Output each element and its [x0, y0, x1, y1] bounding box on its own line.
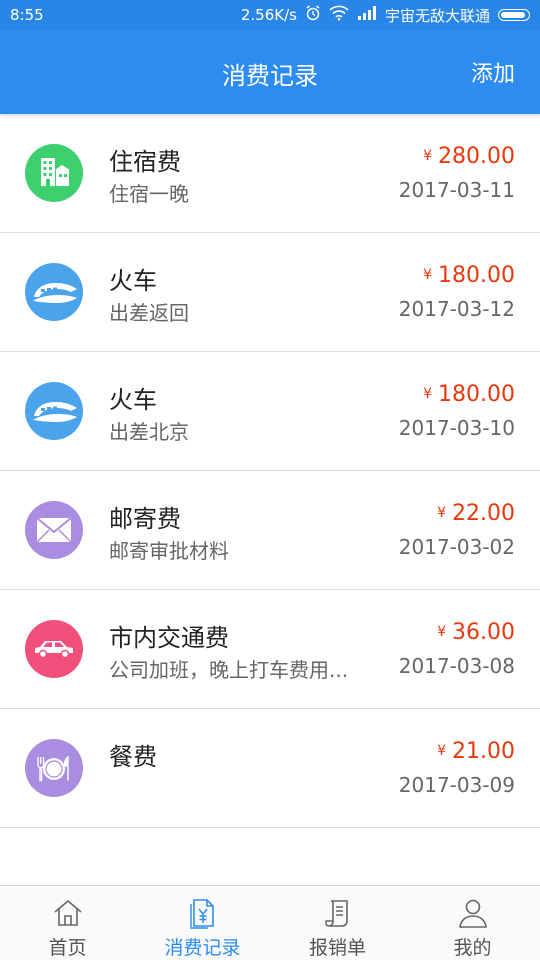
mail-icon [25, 501, 83, 559]
amount-value: 180.00 [438, 263, 515, 288]
record-name: 火车 [109, 267, 157, 295]
app-bar: 消费记录 添加 [0, 30, 540, 114]
record-note: 出差北京 [109, 420, 189, 444]
record-note: 公司加班，晚上打车费用... [109, 658, 349, 682]
record-amount: ¥21.00 [437, 739, 515, 764]
list-item[interactable]: 火车 出差返回 ¥180.00 2017-03-12 [0, 233, 540, 352]
list-item[interactable]: 市内交通费 公司加班，晚上打车费用... ¥36.00 2017-03-08 [0, 590, 540, 709]
tab-profile[interactable]: 我的 [405, 886, 540, 960]
wifi-icon [329, 5, 349, 25]
amount-value: 36.00 [452, 620, 515, 645]
home-icon [53, 899, 82, 926]
tab-label: 报销单 [308, 937, 366, 959]
record-name: 市内交通费 [109, 624, 229, 652]
reimbursement-icon [324, 900, 348, 927]
expense-list: 住宿费 住宿一晚 ¥280.00 2017-03-11 火车 出差返回 ¥180… [0, 114, 540, 828]
record-date: 2017-03-08 [398, 654, 515, 678]
expense-record-icon [189, 899, 214, 929]
record-date: 2017-03-11 [398, 178, 515, 202]
tab-label: 我的 [453, 937, 492, 959]
record-amount: ¥22.00 [437, 501, 515, 526]
record-amount: ¥180.00 [423, 382, 515, 407]
record-amount: ¥36.00 [437, 620, 515, 645]
status-time: 8:55 [10, 6, 44, 24]
record-name: 餐费 [109, 743, 157, 771]
page-title: 消费记录 [222, 62, 318, 90]
tab-home[interactable]: 首页 [0, 886, 135, 960]
tab-expense-records[interactable]: 消费记录 [135, 886, 270, 960]
dining-icon [25, 739, 83, 797]
record-date: 2017-03-09 [398, 773, 515, 797]
list-item[interactable]: 火车 出差北京 ¥180.00 2017-03-10 [0, 352, 540, 471]
record-date: 2017-03-02 [398, 535, 515, 559]
record-amount: ¥280.00 [423, 144, 515, 169]
record-note: 住宿一晚 [109, 182, 189, 206]
network-speed: 2.56K/s [240, 6, 297, 24]
amount-value: 280.00 [438, 144, 515, 169]
train-icon [25, 382, 83, 440]
record-amount: ¥180.00 [423, 263, 515, 288]
hotel-icon [25, 144, 83, 202]
tab-label: 消费记录 [164, 937, 241, 959]
currency-symbol: ¥ [423, 267, 433, 283]
currency-symbol: ¥ [437, 743, 447, 759]
record-name: 邮寄费 [109, 505, 181, 533]
status-bar: 8:55 2.56K/s 宇宙无敌大联通 [0, 0, 540, 30]
currency-symbol: ¥ [423, 148, 433, 164]
train-icon [25, 263, 83, 321]
record-name: 住宿费 [109, 148, 181, 176]
add-button[interactable]: 添加 [471, 56, 515, 88]
record-date: 2017-03-10 [398, 416, 515, 440]
alarm-icon [305, 5, 321, 25]
signal-icon [357, 6, 377, 24]
tab-label: 首页 [48, 937, 87, 959]
amount-value: 21.00 [452, 739, 515, 764]
bottom-tab-bar: 首页 消费记录 报销单 我的 [0, 885, 540, 960]
profile-icon [458, 899, 487, 928]
list-item[interactable]: 邮寄费 邮寄审批材料 ¥22.00 2017-03-02 [0, 471, 540, 590]
currency-symbol: ¥ [423, 386, 433, 402]
list-item[interactable]: 住宿费 住宿一晚 ¥280.00 2017-03-11 [0, 114, 540, 233]
carrier-name: 宇宙无敌大联通 [384, 6, 490, 25]
tab-reimbursement[interactable]: 报销单 [270, 886, 405, 960]
record-note: 邮寄审批材料 [109, 539, 229, 563]
record-note: 出差返回 [109, 301, 189, 325]
amount-value: 180.00 [438, 382, 515, 407]
amount-value: 22.00 [452, 501, 515, 526]
record-date: 2017-03-12 [398, 297, 515, 321]
battery-icon [498, 9, 530, 21]
car-icon [25, 620, 83, 678]
record-name: 火车 [109, 386, 157, 414]
currency-symbol: ¥ [437, 505, 447, 521]
currency-symbol: ¥ [437, 624, 447, 640]
list-item[interactable]: 餐费 ¥21.00 2017-03-09 [0, 709, 540, 828]
